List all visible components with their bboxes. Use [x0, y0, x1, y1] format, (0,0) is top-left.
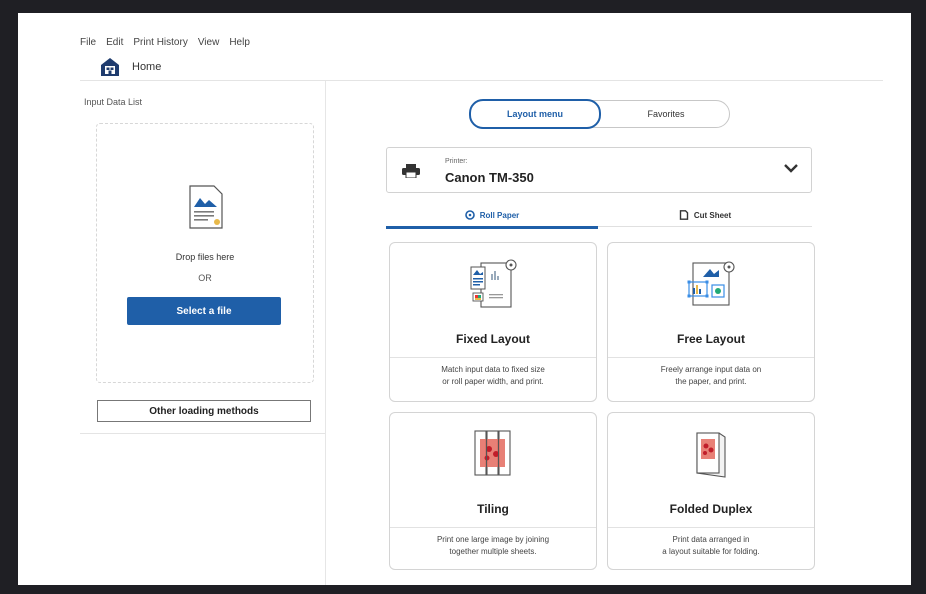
- card-title: Tiling: [477, 502, 509, 516]
- input-data-list-title: Input Data List: [84, 97, 143, 107]
- menu-view[interactable]: View: [198, 37, 220, 48]
- card-description-line: or roll paper width, and print.: [442, 377, 544, 386]
- card-description-line: Print one large image by joining: [436, 535, 550, 544]
- file-drop-zone[interactable]: Drop files here OR Select a file: [96, 123, 314, 383]
- other-loading-methods-button[interactable]: Other loading methods: [97, 400, 311, 422]
- panel-splitter: [325, 81, 326, 585]
- card-description-line: together multiple sheets.: [449, 547, 537, 556]
- card-divider: [390, 357, 596, 358]
- card-title: Folded Duplex: [669, 502, 753, 516]
- cut-sheet-icon: [679, 210, 689, 220]
- roll-paper-icon: [464, 210, 475, 220]
- menu-print-history[interactable]: Print History: [133, 37, 187, 48]
- tab-cut-sheet-label: Cut Sheet: [693, 210, 732, 220]
- card-description-line: Match input data to fixed size: [441, 365, 545, 374]
- card-divider: [390, 527, 596, 528]
- paper-type-tabs: Roll Paper Cut Sheet: [386, 204, 812, 229]
- menu-file[interactable]: File: [80, 37, 96, 48]
- card-fixed-layout[interactable]: Fixed Layout Match input data to fixed s…: [389, 242, 597, 402]
- free-layout-icon: [687, 261, 735, 306]
- card-divider: [608, 357, 814, 358]
- card-title: Fixed Layout: [455, 332, 530, 346]
- header-divider: [80, 80, 883, 81]
- card-folded-duplex[interactable]: Folded Duplex Print data arranged in a l…: [607, 412, 815, 570]
- folded-duplex-icon: [696, 432, 726, 478]
- home-label: Home: [132, 61, 162, 73]
- chevron-down-icon: [784, 164, 798, 173]
- home-icon: [101, 58, 119, 76]
- left-panel-divider: [80, 433, 326, 434]
- tab-cut-sheet[interactable]: Cut Sheet: [598, 204, 812, 227]
- printer-label: Printer:: [445, 158, 468, 165]
- card-description: Print data arranged in a layout suitable…: [618, 534, 804, 558]
- printer-name: Canon TM-350: [445, 170, 534, 185]
- app-window: File Edit Print History View Help Home I…: [18, 13, 911, 585]
- card-description: Match input data to fixed size or roll p…: [400, 364, 586, 388]
- select-file-button[interactable]: Select a file: [127, 297, 281, 325]
- card-description-line: the paper, and print.: [675, 377, 747, 386]
- input-data-panel: Input Data List Drop files here OR Selec…: [80, 85, 326, 585]
- drop-files-text: Drop files here: [175, 252, 235, 262]
- card-description-line: Freely arrange input data on: [660, 365, 762, 374]
- card-description: Print one large image by joining togethe…: [400, 534, 586, 558]
- card-free-layout[interactable]: Free Layout Freely arrange input data on…: [607, 242, 815, 402]
- favorites-tab[interactable]: Favorites: [603, 101, 729, 127]
- fixed-layout-icon: [470, 259, 517, 308]
- layout-favorites-toggle: Layout menu Favorites: [469, 99, 730, 129]
- menu-help[interactable]: Help: [229, 37, 250, 48]
- tab-roll-paper[interactable]: Roll Paper: [386, 204, 598, 229]
- menu-bar: File Edit Print History View Help: [80, 37, 250, 48]
- image-file-icon: [189, 185, 223, 229]
- tab-roll-paper-label: Roll Paper: [479, 210, 520, 220]
- card-description-line: Print data arranged in: [672, 535, 750, 544]
- home-breadcrumb[interactable]: Home: [100, 57, 161, 77]
- menu-edit[interactable]: Edit: [106, 37, 123, 48]
- layout-menu-tab[interactable]: Layout menu: [469, 99, 601, 129]
- tiling-icon: [474, 430, 511, 476]
- card-divider: [608, 527, 814, 528]
- card-tiling[interactable]: Tiling Print one large image by joining …: [389, 412, 597, 570]
- printer-icon: [402, 164, 420, 178]
- card-description-line: a layout suitable for folding.: [662, 547, 760, 556]
- or-text: OR: [198, 273, 212, 283]
- card-description: Freely arrange input data on the paper, …: [618, 364, 804, 388]
- card-title: Free Layout: [676, 332, 745, 346]
- printer-select[interactable]: Printer: Canon TM-350: [386, 147, 812, 193]
